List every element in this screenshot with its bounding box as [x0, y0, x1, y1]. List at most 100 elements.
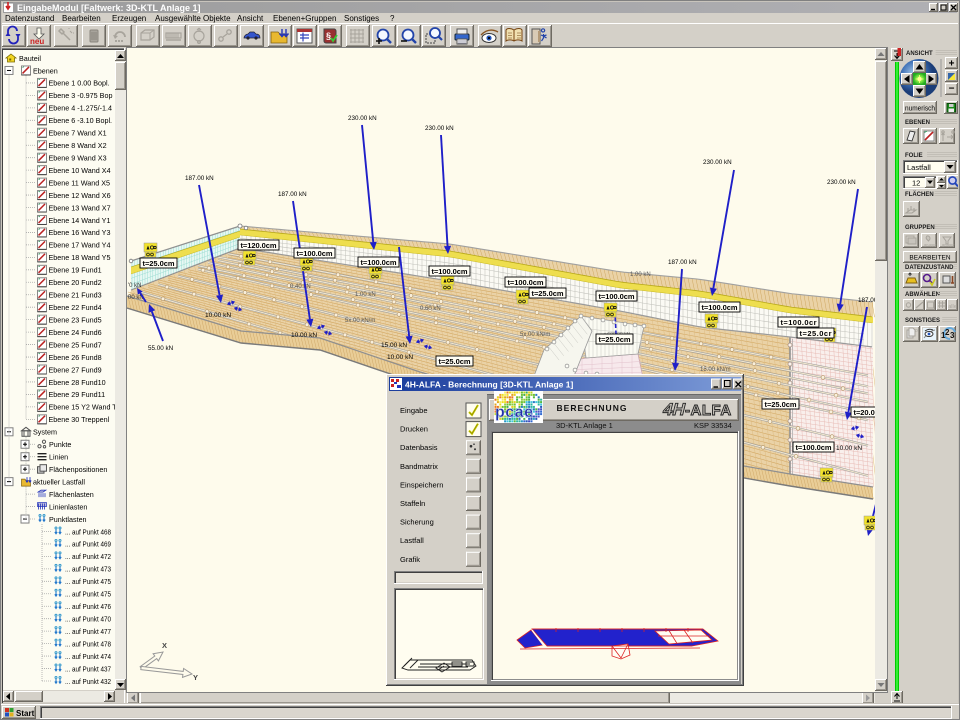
svg-text:10.00 kN: 10.00 kN [205, 312, 231, 319]
svg-text:Punktlasten: Punktlasten [49, 515, 87, 524]
svg-text:Ebene 17 Wand Y4: Ebene 17 Wand Y4 [49, 241, 111, 250]
svg-text:Ebene 6 -3.10 Bopl.: Ebene 6 -3.10 Bopl. [49, 116, 113, 125]
svg-text:t=25.0cm: t=25.0cm [439, 357, 471, 366]
svg-text:alle: alle [948, 304, 957, 310]
svg-text:Sicherung: Sicherung [400, 518, 434, 527]
svg-text:... auf Punkt 468: ... auf Punkt 468 [65, 527, 111, 536]
svg-text:t=25.0cm: t=25.0cm [599, 335, 631, 344]
svg-text:Ebene 13 Wand X7: Ebene 13 Wand X7 [49, 203, 111, 212]
svg-text:... auf Punkt 472: ... auf Punkt 472 [65, 552, 111, 561]
svg-text:t=100.0cm: t=100.0cm [796, 443, 832, 452]
svg-text:Ebene 19 Fund1: Ebene 19 Fund1 [49, 266, 102, 275]
svg-text:Ebene 18 Wand Y5: Ebene 18 Wand Y5 [49, 253, 111, 262]
svg-text:Ebenen: Ebenen [33, 66, 58, 75]
svg-text:230.00 kN: 230.00 kN [827, 179, 856, 186]
svg-text:Datenzustand: Datenzustand [5, 14, 54, 23]
svg-text:Linien: Linien [49, 453, 68, 462]
svg-text:Ebene 3 -0.975 Bop: Ebene 3 -0.975 Bop [49, 91, 113, 100]
svg-text:10.00 kN: 10.00 kN [387, 354, 413, 361]
svg-text:§: § [326, 31, 331, 41]
svg-text:0.60 kN: 0.60 kN [420, 306, 441, 312]
svg-text:X: X [162, 641, 167, 650]
svg-text:ANSICHT: ANSICHT [906, 51, 933, 57]
svg-text:Ebene 30 Treppenl: Ebene 30 Treppenl [49, 415, 110, 424]
svg-text:Ebene 22 Fund4: Ebene 22 Fund4 [49, 303, 102, 312]
svg-text:... auf Punkt 432: ... auf Punkt 432 [65, 677, 111, 686]
svg-text:Ebene 14 Wand Y1: Ebene 14 Wand Y1 [49, 216, 111, 225]
svg-text:Ebene 24 Fund6: Ebene 24 Fund6 [49, 328, 102, 337]
svg-text:... auf Punkt 476: ... auf Punkt 476 [65, 602, 111, 611]
svg-text:55.00 kN: 55.00 kN [148, 345, 174, 352]
svg-text:neu: neu [30, 37, 44, 46]
svg-text:Ebene 8 Wand X2: Ebene 8 Wand X2 [49, 141, 107, 150]
svg-text:Ebene 11 Wand X5: Ebene 11 Wand X5 [49, 178, 111, 187]
svg-text:t=120.0cm: t=120.0cm [241, 241, 277, 250]
svg-text:Ebenen+Gruppen: Ebenen+Gruppen [273, 14, 336, 23]
svg-text:187.00 kN: 187.00 kN [185, 175, 214, 182]
svg-text:Ebene 21 Fund3: Ebene 21 Fund3 [49, 291, 102, 300]
svg-text:Lastfall: Lastfall [400, 536, 424, 545]
svg-text:aktueller Lastfall: aktueller Lastfall [33, 477, 85, 486]
svg-text:t=100.0cm: t=100.0cm [702, 303, 738, 312]
svg-text:15.00 kN/m: 15.00 kN/m [700, 367, 731, 373]
svg-text:... auf Punkt 470: ... auf Punkt 470 [65, 615, 111, 624]
svg-text:Einspeichern: Einspeichern [400, 480, 443, 489]
svg-text:Linienlasten: Linienlasten [49, 502, 87, 511]
svg-text:Ebene 20 Fund2: Ebene 20 Fund2 [49, 278, 102, 287]
svg-text:187.00 kN: 187.00 kN [278, 191, 307, 198]
svg-text:Eingabe: Eingabe [400, 406, 428, 415]
svg-text:Staffeln: Staffeln [400, 499, 425, 508]
svg-text:Ebene 27 Fund9: Ebene 27 Fund9 [49, 365, 102, 374]
svg-text:ABWÄHLEN: ABWÄHLEN [905, 291, 940, 298]
svg-text:t=25.0cm: t=25.0cm [143, 259, 175, 268]
svg-text:Bauteil: Bauteil [19, 54, 41, 63]
svg-text:230.00 kN: 230.00 kN [348, 115, 377, 122]
svg-text:... auf Punkt 437: ... auf Punkt 437 [65, 664, 111, 673]
svg-text:1.00 kN: 1.00 kN [630, 272, 651, 278]
svg-text:Y: Y [193, 673, 198, 682]
svg-text:pcae: pcae [495, 404, 533, 421]
svg-text:EBENEN: EBENEN [905, 120, 930, 126]
svg-text:4H-ALFA - Berechnung [3D-KTL A: 4H-ALFA - Berechnung [3D-KTL Anlage 1] [405, 380, 573, 390]
svg-text:Ebene 28 Fund10: Ebene 28 Fund10 [49, 378, 106, 387]
svg-text:+: + [949, 59, 955, 70]
svg-text:12: 12 [912, 179, 920, 188]
svg-text:5x.00 kN/m: 5x.00 kN/m [345, 318, 375, 324]
svg-text:FLÄCHEN: FLÄCHEN [905, 191, 934, 198]
svg-text:−: − [949, 84, 955, 95]
svg-text:Flächenpositionen: Flächenpositionen [49, 465, 107, 474]
svg-text:t=100.0cm: t=100.0cm [297, 249, 333, 258]
svg-text:gruppe: gruppe [924, 242, 937, 247]
svg-text:Ebene 16 Wand Y3: Ebene 16 Wand Y3 [49, 228, 111, 237]
svg-text:Ansicht: Ansicht [237, 14, 264, 23]
svg-text:t=100.0cm: t=100.0cm [508, 278, 544, 287]
svg-text:?: ? [390, 14, 395, 23]
svg-text:... auf Punkt 469: ... auf Punkt 469 [65, 540, 111, 549]
svg-text:Drucken: Drucken [400, 425, 428, 434]
svg-text:... auf Punkt 474: ... auf Punkt 474 [65, 652, 111, 661]
svg-text:230.00 kN: 230.00 kN [425, 125, 454, 132]
svg-text:t=100.0cm: t=100.0cm [599, 292, 635, 301]
svg-text:Ebene 29 Fund11: Ebene 29 Fund11 [49, 390, 106, 399]
svg-text:15.00 kN: 15.00 kN [381, 342, 407, 349]
svg-text:EingabeModul [Faltwerk: 3D-KTL: EingabeModul [Faltwerk: 3D-KTL Anlage 1] [17, 3, 201, 13]
svg-text:Grafik: Grafik [400, 555, 420, 564]
svg-text:Bandmatrix: Bandmatrix [400, 462, 438, 471]
svg-text:'0 kN: '0 kN [128, 283, 141, 289]
svg-text:BEARBEITEN: BEARBEITEN [909, 255, 950, 262]
svg-text:Ebene 15 Y2 Wand T: Ebene 15 Y2 Wand T [49, 403, 118, 412]
svg-text:187.00 kN: 187.00 kN [668, 259, 697, 266]
svg-text:GRUPPEN: GRUPPEN [905, 225, 935, 231]
svg-text:DATENZUSTAND: DATENZUSTAND [905, 265, 954, 271]
svg-text:Datenbasis: Datenbasis [400, 443, 438, 452]
svg-text:Flächenlasten: Flächenlasten [49, 490, 94, 499]
svg-text:5x.00 kN/m: 5x.00 kN/m [520, 332, 550, 338]
svg-text:1.00 kN: 1.00 kN [355, 292, 376, 298]
svg-text:... auf Punkt 475: ... auf Punkt 475 [65, 590, 111, 599]
svg-text:Ebene 4 -1.275/-1.4: Ebene 4 -1.275/-1.4 [49, 104, 113, 113]
svg-text:Ebene 12 Wand X6: Ebene 12 Wand X6 [49, 191, 111, 200]
svg-text:Ebene 9 Wand X3: Ebene 9 Wand X3 [49, 153, 107, 162]
svg-text:BERECHNUNG: BERECHNUNG [557, 403, 628, 413]
svg-text:0.40 kN: 0.40 kN [290, 284, 311, 290]
svg-text:Ebene 7 Wand X1: Ebene 7 Wand X1 [49, 129, 107, 138]
